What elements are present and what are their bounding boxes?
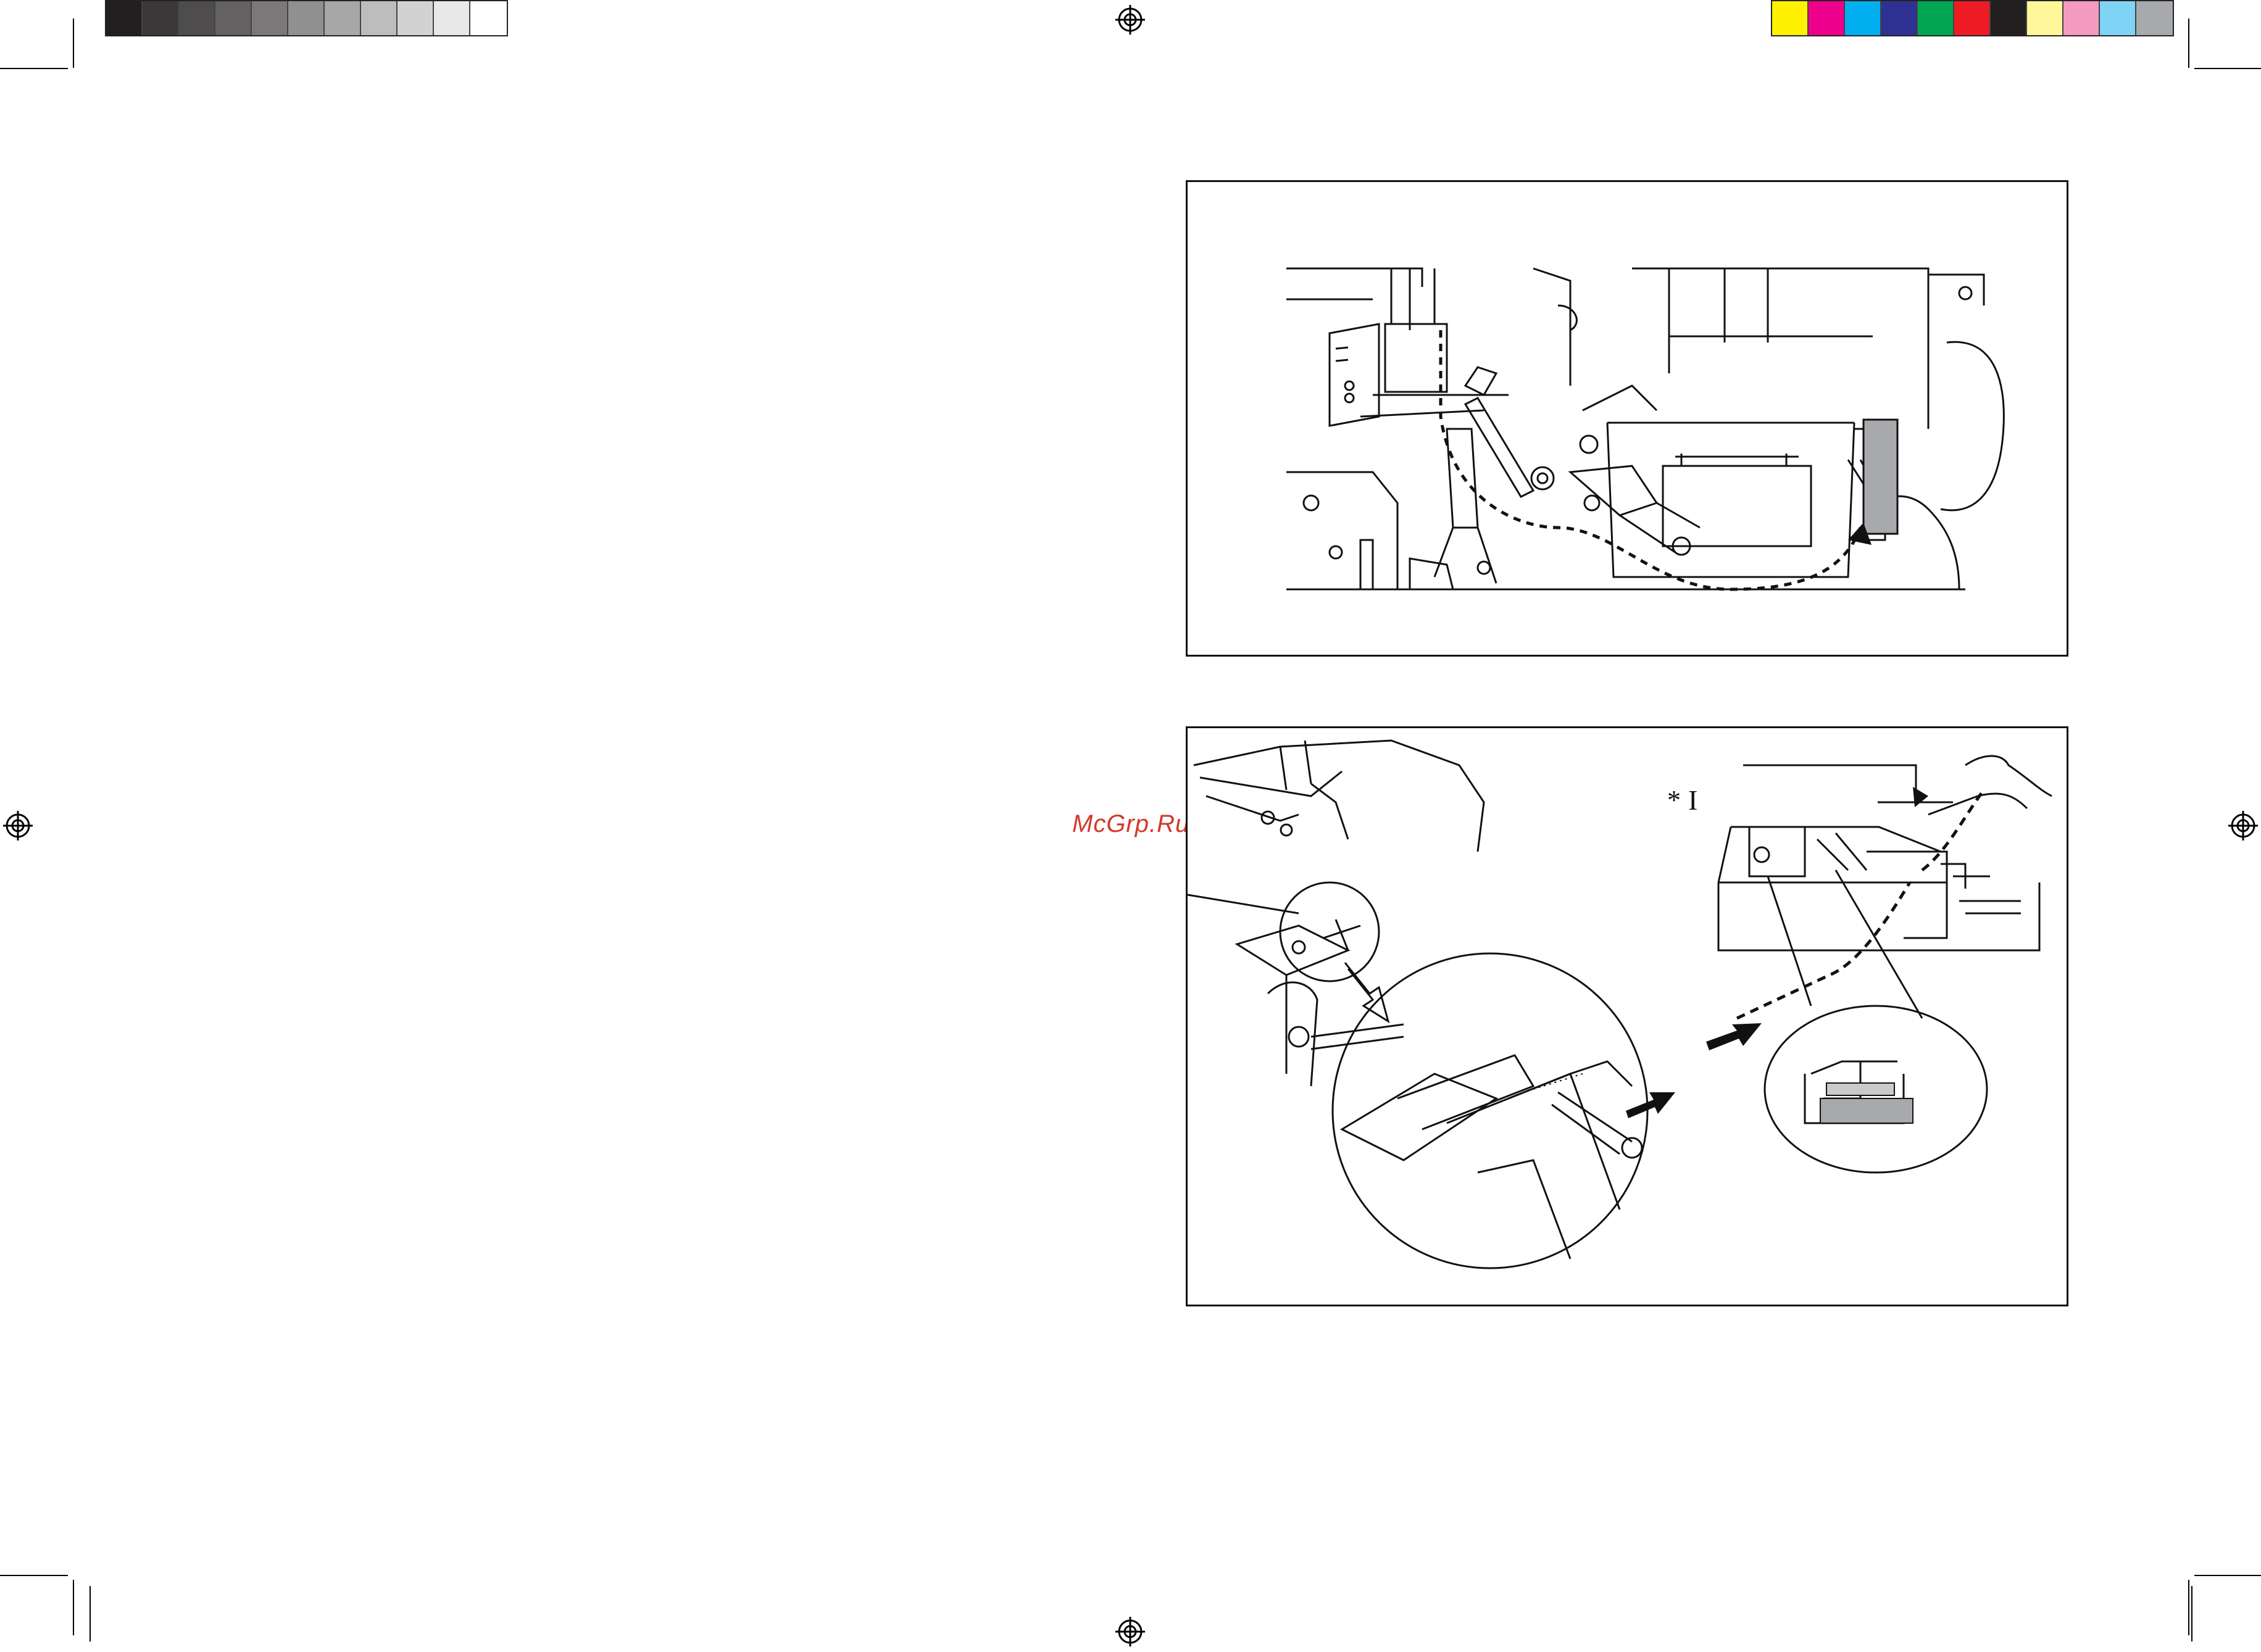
gray-swatch (215, 1, 252, 35)
gray-swatch (288, 1, 325, 35)
machine-interior-illustration (1286, 267, 2005, 591)
color-swatch-strip (1771, 0, 2174, 36)
figure-threading-path (1186, 180, 2068, 657)
crop-mark (73, 19, 74, 68)
callout-marker: * (1667, 785, 1681, 815)
gray-swatch (434, 1, 470, 35)
watermark-text: McGrp.Ru (1072, 810, 1190, 837)
gray-swatch (398, 1, 434, 35)
gray-swatch (325, 1, 361, 35)
color-swatch (1881, 1, 1918, 35)
crop-mark (2194, 1575, 2261, 1576)
gray-swatch (252, 1, 288, 35)
path-arrowhead-icon (1913, 787, 1928, 807)
color-swatch (1845, 1, 1881, 35)
gray-swatch (106, 1, 143, 35)
color-swatch (1991, 1, 2027, 35)
gray-swatch (470, 1, 507, 35)
crop-mark (0, 1575, 68, 1576)
crop-mark (2191, 1586, 2192, 1642)
shaded-knife-edge (1826, 1082, 1895, 1096)
crop-mark (2194, 68, 2261, 69)
crop-mark (2188, 1580, 2189, 1635)
dashed-path (1439, 330, 1862, 591)
registration-target-icon (1115, 5, 1145, 35)
color-swatch (2027, 1, 2063, 35)
color-swatch (1954, 1, 1991, 35)
callout-text: I (1688, 784, 1698, 816)
gray-swatch (143, 1, 179, 35)
color-swatch (1772, 1, 1809, 35)
gray-swatch (179, 1, 215, 35)
registration-target-icon (3, 811, 33, 841)
callout-label: * I (1667, 784, 1697, 816)
gray-swatch (361, 1, 398, 35)
knife-removal-illustration (1188, 739, 2052, 1269)
grayscale-swatch-strip (105, 0, 508, 36)
crop-mark (0, 68, 68, 69)
color-swatch (2136, 1, 2173, 35)
color-swatch (2063, 1, 2100, 35)
crop-mark (73, 1580, 74, 1635)
color-swatch (1918, 1, 1954, 35)
direction-arrow-icon (1626, 1092, 1675, 1118)
direction-arrow-icon (1706, 1023, 1762, 1050)
lint-compartment (1862, 418, 1899, 535)
figure-knife-detail: * I (1186, 726, 2068, 1306)
crop-mark (90, 1586, 91, 1642)
registration-target-icon (1115, 1617, 1145, 1646)
registration-target-icon (2228, 811, 2258, 841)
color-swatch (1809, 1, 1845, 35)
color-swatch (2100, 1, 2136, 35)
shaded-knife-part (1820, 1098, 1913, 1124)
crop-mark (2188, 19, 2189, 68)
